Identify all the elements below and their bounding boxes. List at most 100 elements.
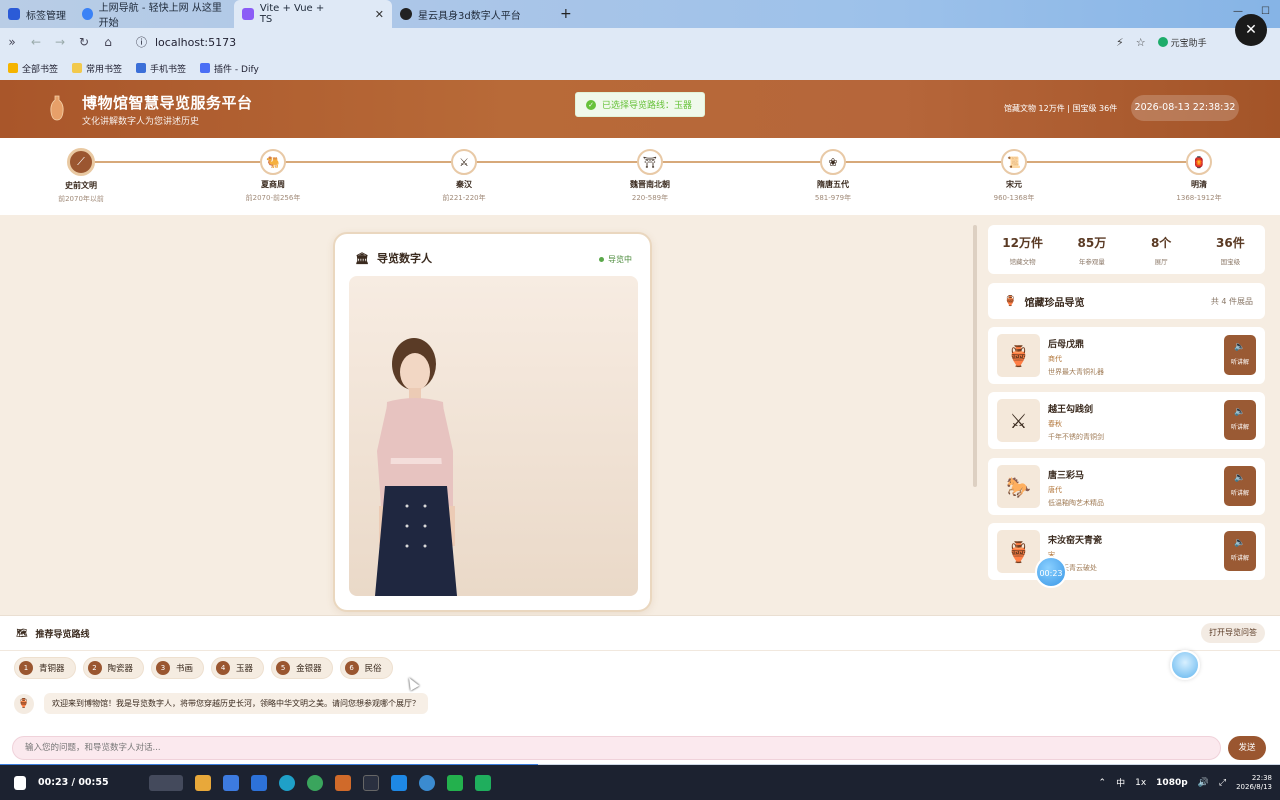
speed-label[interactable]: 1x: [1135, 778, 1146, 788]
system-tray: ⌃ 中 1x 1080p 🔊 ⤢ 22:38 2026/8/13: [1099, 765, 1272, 800]
digital-human-card: 🏛 导览数字人 导览中: [333, 232, 652, 612]
speaker-icon: 🔈: [1234, 342, 1246, 352]
bookmark-dify[interactable]: 插件 - Dify: [200, 62, 259, 75]
ime-indicator[interactable]: 中: [1116, 776, 1125, 789]
star-icon[interactable]: ☆: [1136, 36, 1146, 49]
tab-vite-vue[interactable]: Vite + Vue + TS ✕: [234, 0, 392, 28]
stat-halls: 8个 展厅: [1127, 225, 1196, 274]
file-explorer-icon[interactable]: [194, 774, 211, 791]
timeline-node-song-yuan[interactable]: 📜 宋元 960-1368年: [969, 149, 1059, 203]
terminal-icon[interactable]: [362, 774, 379, 791]
bookmark-mobile[interactable]: 手机书签: [136, 62, 186, 75]
route-chip-bronze[interactable]: 1 青铜器: [14, 657, 76, 679]
reload-icon[interactable]: ↻: [72, 35, 96, 49]
stat-label: 展厅: [1154, 258, 1168, 266]
new-tab-icon[interactable]: +: [560, 6, 572, 22]
chat-app-icon[interactable]: [474, 774, 491, 791]
relic-card[interactable]: 🐎 唐三彩马 唐代 低温釉陶艺术精品 🔈 听讲解: [988, 458, 1265, 515]
vase-logo-icon: [50, 95, 64, 121]
fullscreen-icon[interactable]: ⤢: [1219, 778, 1226, 788]
timeline-name: 明清: [1191, 180, 1207, 189]
timeline-name: 秦汉: [456, 180, 472, 189]
maximize-icon[interactable]: ☐: [1261, 6, 1270, 17]
stat-visitors: 85万 年参观量: [1057, 225, 1126, 274]
minimize-icon[interactable]: —: [1233, 6, 1243, 17]
flower-icon: ❀: [820, 149, 846, 175]
tab-digital-human[interactable]: 星云具身3d数字人平台: [392, 0, 550, 28]
timeline-node-xia-shang-zhou[interactable]: 🐫 夏商周 前2070-前256年: [228, 149, 318, 203]
timeline-node-wei-jin[interactable]: ⛩ 魏晋南北朝 220-589年: [605, 149, 695, 203]
route-chip-folk[interactable]: 6 民俗: [339, 657, 393, 679]
route-chip-gold-silver[interactable]: 5 金银器: [271, 657, 333, 679]
send-button[interactable]: 发送: [1228, 736, 1266, 760]
card-title-text: 导览数字人: [376, 252, 432, 265]
close-overlay-button[interactable]: ✕: [1235, 14, 1267, 46]
bone-icon: ⟋: [67, 148, 95, 176]
open-qa-button[interactable]: 打开导览问答: [1201, 623, 1265, 643]
route-selected-toast: ✓ 已选择导览路线：玉器: [575, 92, 705, 117]
bookmark-common[interactable]: 常用书签: [72, 62, 122, 75]
browser-tab-bar: 标签管理 上网导航 - 轻快上网 从这里开始 Vite + Vue + TS ✕…: [0, 0, 1280, 29]
back-icon[interactable]: ←: [24, 35, 48, 49]
tab-label: 标签管理: [26, 10, 66, 22]
timeline-node-qin-han[interactable]: ⚔ 秦汉 前221-220年: [419, 149, 509, 203]
timeline-range: 前2070年以前: [58, 195, 104, 203]
volume-icon[interactable]: 🔊: [1198, 778, 1209, 788]
app-icon[interactable]: [334, 774, 351, 791]
timeline-range: 前221-220年: [442, 194, 486, 202]
home-icon[interactable]: ⌂: [96, 35, 120, 49]
pause-icon[interactable]: [14, 775, 26, 790]
relic-name: 后母戊鼎: [1048, 340, 1085, 350]
forward-icon[interactable]: →: [48, 35, 72, 49]
bookmark-label: 常用书签: [86, 64, 123, 75]
store-icon[interactable]: [222, 774, 239, 791]
playback-time: 00:23 / 00:55: [38, 777, 109, 788]
porcelain-icon: 🏺: [997, 530, 1040, 573]
stat-collection: 12万件 馆藏文物: [988, 225, 1057, 274]
vscode-icon[interactable]: [390, 774, 407, 791]
digital-human-stage[interactable]: [349, 276, 638, 596]
assistant-button[interactable]: 元宝助手: [1157, 36, 1207, 49]
relic-card[interactable]: 🏺 宋汝窑天青瓷 宋 雨过天青云破处 🔈 听讲解: [988, 523, 1265, 580]
timeline-node-ming-qing[interactable]: 🏮 明清 1368-1912年: [1154, 149, 1244, 203]
chip-label: 金银器: [296, 664, 322, 674]
relic-card[interactable]: 🏺 后母戊鼎 商代 世界最大青铜礼器 🔈 听讲解: [988, 327, 1265, 384]
mail-icon[interactable]: [250, 774, 267, 791]
search-icon[interactable]: [418, 774, 435, 791]
timeline-range: 1368-1912年: [1176, 194, 1222, 202]
timeline-node-sui-tang[interactable]: ❀ 隋唐五代 581-979年: [788, 149, 878, 203]
url-field[interactable]: ⓘ localhost:5173: [128, 31, 1108, 53]
quality-label[interactable]: 1080p: [1156, 778, 1188, 788]
listen-label: 听讲解: [1230, 555, 1249, 562]
edge-icon[interactable]: [278, 774, 295, 791]
listen-button[interactable]: 🔈 听讲解: [1224, 335, 1256, 375]
sidebar-toggle-icon[interactable]: »: [0, 35, 24, 49]
widget-icon[interactable]: [148, 774, 183, 791]
route-chip-jade[interactable]: 4 玉器: [211, 657, 265, 679]
wechat-icon[interactable]: [446, 774, 463, 791]
chevron-up-icon[interactable]: ⌃: [1099, 778, 1107, 788]
chrome-icon[interactable]: [306, 774, 323, 791]
relic-card[interactable]: ⚔ 越王勾践剑 春秋 千年不锈的青铜剑 🔈 听讲解: [988, 392, 1265, 449]
close-tab-icon[interactable]: ✕: [375, 8, 384, 21]
voice-orb-button[interactable]: [1170, 650, 1200, 680]
chat-input[interactable]: [13, 737, 1220, 759]
timeline-node-prehistoric[interactable]: ⟋ 史前文明 前2070年以前: [36, 148, 126, 204]
routes-title: 🗺 推荐导览路线: [16, 627, 89, 641]
lightning-icon[interactable]: ⚡: [1116, 36, 1124, 49]
listen-button[interactable]: 🔈 听讲解: [1224, 400, 1256, 440]
timeline-name: 魏晋南北朝: [630, 180, 670, 189]
lantern-icon: 🏮: [1186, 149, 1212, 175]
bookmark-all[interactable]: 全部书签: [8, 62, 58, 75]
recording-timer-bubble[interactable]: 00:23: [1035, 556, 1067, 588]
stat-value: 12万件: [1002, 236, 1043, 250]
route-chip-painting[interactable]: 3 书画: [151, 657, 205, 679]
tab-navigation[interactable]: 上网导航 - 轻快上网 从这里开始: [74, 0, 234, 29]
listen-button[interactable]: 🔈 听讲解: [1224, 466, 1256, 506]
listen-button[interactable]: 🔈 听讲解: [1224, 531, 1256, 571]
tab-tab-manager[interactable]: 标签管理: [0, 0, 74, 28]
check-circle-icon: ✓: [586, 99, 596, 110]
datetime-badge: 2026-08-13 22:38:32: [1131, 95, 1239, 121]
route-chip-ceramics[interactable]: 2 陶瓷器: [82, 657, 145, 679]
scrollbar[interactable]: [973, 225, 977, 487]
